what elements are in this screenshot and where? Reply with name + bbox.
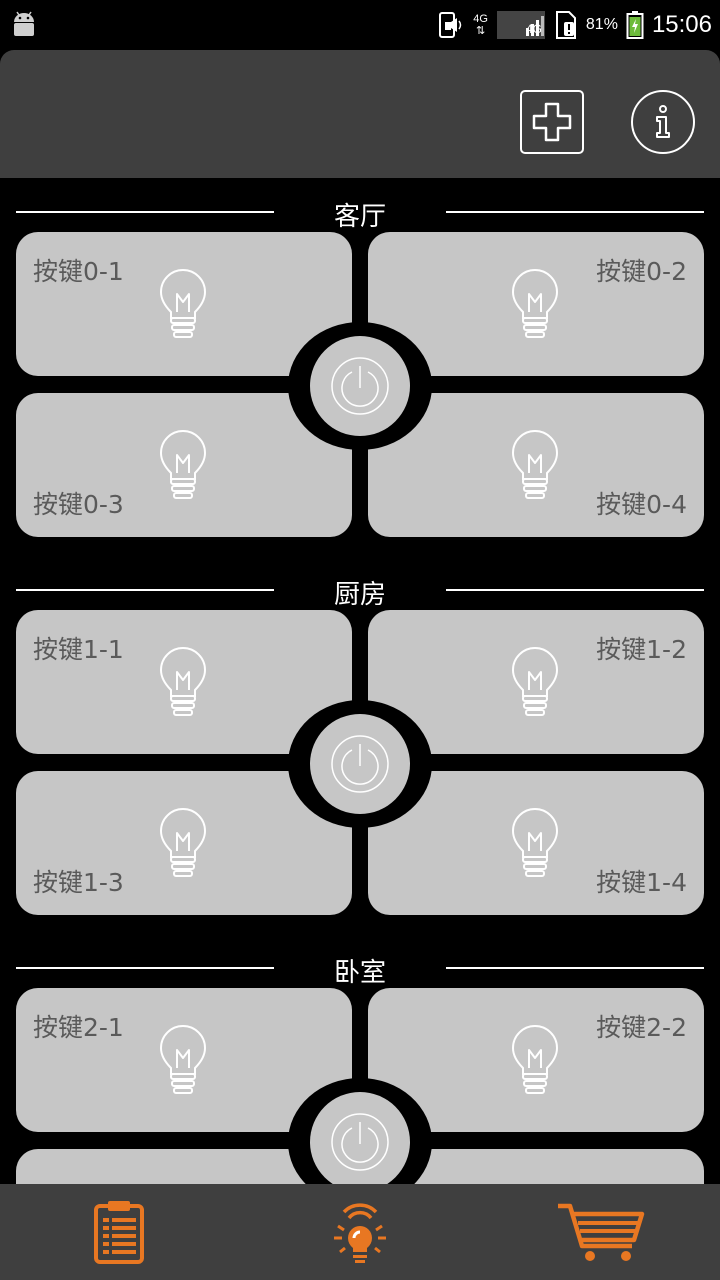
power-icon bbox=[331, 357, 389, 415]
lightbulb-icon bbox=[512, 430, 558, 499]
info-icon bbox=[656, 105, 670, 138]
battery-icon bbox=[626, 11, 644, 39]
power-icon bbox=[331, 735, 389, 793]
lightbulb-icon bbox=[160, 647, 206, 716]
divider bbox=[16, 589, 274, 591]
battery-percent: 81% bbox=[585, 16, 618, 33]
app-header bbox=[0, 50, 720, 178]
switch-label: 按键0-2 bbox=[596, 257, 687, 286]
status-bar: 4G ⇅ 4G 81% 15:06 bbox=[0, 0, 720, 50]
phone-vibrate-icon bbox=[439, 12, 462, 38]
switch-label: 按键1-4 bbox=[596, 868, 687, 897]
power-button-face bbox=[310, 1092, 410, 1184]
room-section: 卧室 按键2-1 按键2-2 bbox=[0, 934, 720, 1184]
power-button[interactable] bbox=[288, 700, 432, 828]
divider bbox=[16, 211, 274, 213]
room-title: 客厅 bbox=[333, 202, 386, 232]
info-button[interactable] bbox=[631, 90, 695, 154]
power-button-face bbox=[310, 714, 410, 814]
lightbulb-icon bbox=[160, 430, 206, 499]
sim-alert-icon bbox=[555, 11, 576, 39]
switch-label: 按键0-3 bbox=[33, 490, 124, 519]
switch-label: 按键0-4 bbox=[596, 490, 687, 519]
add-button[interactable] bbox=[520, 90, 584, 154]
divider bbox=[446, 211, 704, 213]
room-section: 厨房 按键1-1 按键1-2 按键1-3 按键1-4 bbox=[0, 556, 720, 934]
lightbulb-icon bbox=[512, 269, 558, 338]
lightbulb-icon bbox=[160, 269, 206, 338]
shopping-cart-icon[interactable] bbox=[556, 1198, 646, 1266]
network-type: 4G ⇅ bbox=[473, 13, 488, 37]
switch-label: 按键1-2 bbox=[596, 635, 687, 664]
clipboard-list-icon[interactable] bbox=[92, 1198, 148, 1266]
signal-network-label: 4G bbox=[525, 22, 542, 36]
lightbulb-icon bbox=[512, 647, 558, 716]
plus-icon bbox=[532, 102, 572, 142]
switch-label: 按键0-1 bbox=[33, 257, 124, 286]
network-type-label: 4G bbox=[473, 13, 488, 25]
room-section: 客厅 按键0-1 按键0-2 按键0-3 按键0-4 bbox=[0, 178, 720, 556]
bottom-nav bbox=[0, 1184, 720, 1280]
switch-label: 按键1-1 bbox=[33, 635, 124, 664]
lightbulb-icon[interactable] bbox=[330, 1198, 390, 1266]
power-button[interactable] bbox=[288, 322, 432, 450]
divider bbox=[16, 967, 274, 969]
lightbulb-icon bbox=[512, 808, 558, 877]
power-button-face bbox=[310, 336, 410, 436]
clock: 15:06 bbox=[651, 11, 712, 38]
divider bbox=[446, 589, 704, 591]
room-title: 卧室 bbox=[333, 958, 386, 988]
lightbulb-icon bbox=[160, 1025, 206, 1094]
switch-label: 按键2-2 bbox=[596, 1013, 687, 1042]
lightbulb-icon bbox=[512, 1025, 558, 1094]
switch-label: 按键1-3 bbox=[33, 868, 124, 897]
room-title: 厨房 bbox=[333, 580, 386, 610]
android-icon bbox=[14, 11, 34, 36]
lightbulb-icon bbox=[160, 808, 206, 877]
room-list[interactable]: 客厅 按键0-1 按键0-2 按键0-3 按键0-4 厨房 按键1-1 按键1-… bbox=[0, 178, 720, 1184]
divider bbox=[446, 967, 704, 969]
data-arrows-icon: ⇅ bbox=[475, 25, 486, 37]
power-icon bbox=[331, 1113, 389, 1171]
switch-label: 按键2-1 bbox=[33, 1013, 124, 1042]
